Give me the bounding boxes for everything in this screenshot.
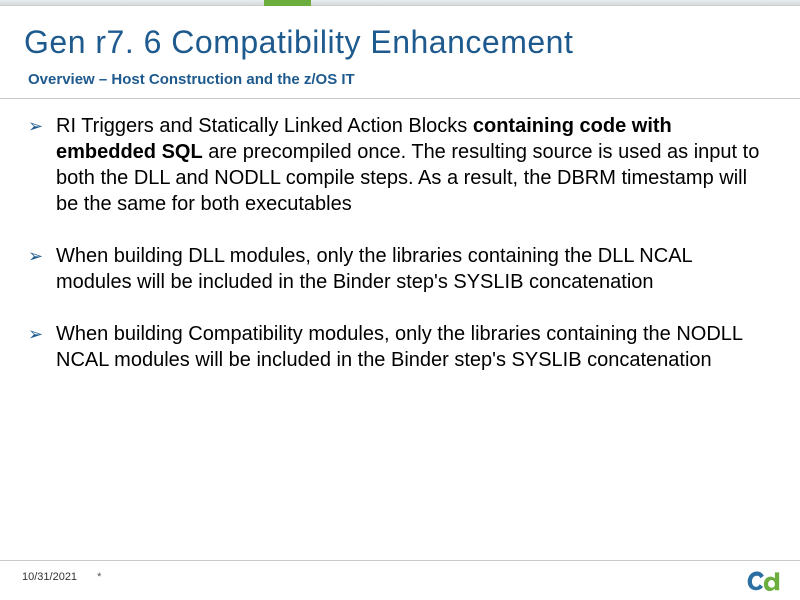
bullet-text: When building DLL modules, only the libr…: [56, 243, 760, 295]
ca-logo: [746, 568, 780, 592]
bullet-prefix: When building Compatibility modules, onl…: [56, 323, 742, 371]
bullet-text: RI Triggers and Statically Linked Action…: [56, 113, 760, 217]
bullet-item: ➢ RI Triggers and Statically Linked Acti…: [28, 113, 760, 217]
footer-marker: *: [97, 571, 101, 583]
bullet-item: ➢ When building Compatibility modules, o…: [28, 321, 760, 373]
bullet-arrow-icon: ➢: [28, 245, 48, 268]
footer-row: 10/31/2021 *: [0, 571, 800, 583]
bullet-text: When building Compatibility modules, onl…: [56, 321, 760, 373]
top-accent-green: [264, 0, 311, 6]
bullet-arrow-icon: ➢: [28, 323, 48, 346]
slide: Gen r7. 6 Compatibility Enhancement Over…: [0, 0, 800, 600]
slide-title: Gen r7. 6 Compatibility Enhancement: [0, 6, 800, 71]
slide-subtitle: Overview – Host Construction and the z/O…: [0, 71, 800, 98]
bullet-prefix: When building DLL modules, only the libr…: [56, 245, 692, 293]
slide-content: ➢ RI Triggers and Statically Linked Acti…: [0, 99, 800, 373]
bullet-arrow-icon: ➢: [28, 115, 48, 138]
footer-date: 10/31/2021: [22, 571, 77, 583]
slide-footer: 10/31/2021 *: [0, 560, 800, 600]
bullet-item: ➢ When building DLL modules, only the li…: [28, 243, 760, 295]
bullet-prefix: RI Triggers and Statically Linked Action…: [56, 115, 473, 137]
footer-divider: [0, 560, 800, 561]
